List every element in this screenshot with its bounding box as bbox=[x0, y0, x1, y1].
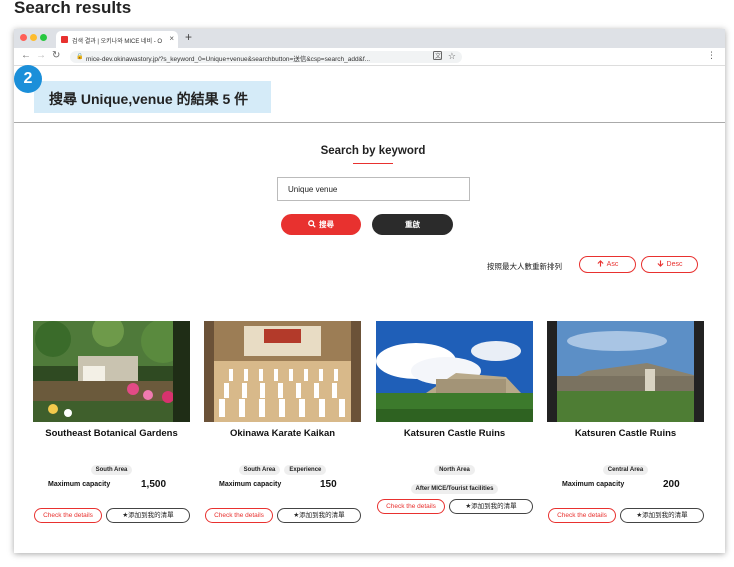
venue-name[interactable]: Okinawa Karate Kaikan bbox=[204, 428, 361, 439]
capacity-label: Maximum capacity bbox=[219, 481, 282, 488]
reset-button-label: 重啟 bbox=[405, 220, 420, 229]
tag-list: After MICE/Tourist facilities bbox=[376, 477, 533, 495]
add-to-list-button[interactable]: ★添加到我的清單 bbox=[106, 508, 190, 523]
capacity-label: Maximum capacity bbox=[562, 481, 625, 488]
area-tag: South Area bbox=[238, 465, 281, 475]
venue-card: Southeast Botanical Gardens South Area M… bbox=[33, 321, 190, 531]
venue-photo-karate[interactable] bbox=[204, 321, 361, 422]
search-icon bbox=[308, 220, 316, 228]
venue-card: Okinawa Karate Kaikan South Area Experien… bbox=[204, 321, 361, 531]
venue-photo-castle[interactable] bbox=[376, 321, 533, 422]
venue-name[interactable]: Southeast Botanical Gardens bbox=[33, 428, 190, 439]
svg-text:文: 文 bbox=[435, 52, 441, 60]
browser-toolbar: ← → ↻ 🔒 mice-dev.okinawastory.jp/?s_keyw… bbox=[14, 48, 725, 66]
browser-window: 검색 결과 | 오키나와 MICE 네비 - O × + ← → ↻ 🔒 mic… bbox=[14, 29, 725, 553]
sort-asc-button[interactable]: Asc bbox=[579, 256, 636, 273]
search-input[interactable] bbox=[277, 177, 470, 201]
category-tag: After MICE/Tourist facilities bbox=[410, 484, 499, 494]
maximize-window-icon[interactable] bbox=[40, 34, 47, 41]
venue-photo-castle[interactable] bbox=[547, 321, 704, 422]
tag-list: South Area bbox=[33, 458, 190, 476]
reload-icon[interactable]: ↻ bbox=[52, 50, 60, 61]
search-button-label: 搜尋 bbox=[319, 220, 334, 229]
category-tag: Experience bbox=[284, 465, 327, 475]
check-details-button[interactable]: Check the details bbox=[548, 508, 616, 523]
bookmark-star-icon[interactable]: ☆ bbox=[448, 51, 456, 62]
tag-list: North Area bbox=[376, 458, 533, 476]
sort-label: 按照最大人數重新排列 bbox=[487, 262, 562, 271]
venue-name[interactable]: Katsuren Castle Ruins bbox=[376, 428, 533, 439]
capacity-value: 1,500 bbox=[141, 479, 167, 490]
page-heading: Search results bbox=[14, 0, 132, 17]
sort-desc-button[interactable]: Desc bbox=[641, 256, 698, 273]
venue-photo-gardens[interactable] bbox=[33, 321, 190, 422]
sort-desc-label: Desc bbox=[666, 261, 683, 268]
tab-title: 검색 결과 | 오키나와 MICE 네비 - O bbox=[72, 39, 163, 45]
tag-list: Central Area bbox=[547, 458, 704, 476]
tab-close-icon[interactable]: × bbox=[169, 34, 174, 43]
arrow-up-icon bbox=[597, 260, 604, 267]
title-underline bbox=[353, 163, 393, 164]
search-button[interactable]: 搜尋 bbox=[281, 214, 361, 235]
new-tab-icon[interactable]: + bbox=[185, 30, 192, 44]
check-details-button[interactable]: Check the details bbox=[377, 499, 445, 514]
check-details-button[interactable]: Check the details bbox=[205, 508, 273, 523]
capacity-label: Maximum capacity bbox=[48, 481, 111, 488]
check-details-button[interactable]: Check the details bbox=[34, 508, 102, 523]
browser-tab[interactable]: 검색 결과 | 오키나와 MICE 네비 - O × bbox=[56, 31, 178, 48]
venue-card: Katsuren Castle Ruins North Area After M… bbox=[376, 321, 533, 531]
forward-icon[interactable]: → bbox=[36, 50, 46, 61]
header-divider bbox=[14, 122, 725, 123]
tag-list: South Area Experience bbox=[204, 458, 361, 476]
capacity-value: 200 bbox=[663, 479, 680, 490]
venue-name[interactable]: Katsuren Castle Ruins bbox=[547, 428, 704, 439]
minimize-window-icon[interactable] bbox=[30, 34, 37, 41]
venue-card: Katsuren Castle Ruins Central Area Maxim… bbox=[547, 321, 704, 531]
address-bar[interactable]: 🔒 mice-dev.okinawastory.jp/?s_keyword_0=… bbox=[70, 51, 462, 63]
tab-bar: 검색 결과 | 오키나와 MICE 네비 - O × + bbox=[14, 29, 725, 48]
add-to-list-button[interactable]: ★添加到我的清單 bbox=[620, 508, 704, 523]
area-tag: South Area bbox=[90, 465, 133, 475]
add-to-list-button[interactable]: ★添加到我的清單 bbox=[277, 508, 361, 523]
search-title: Search by keyword bbox=[320, 145, 426, 157]
browser-menu-icon[interactable]: ⋮ bbox=[707, 50, 716, 61]
back-icon[interactable]: ← bbox=[21, 50, 31, 61]
reset-button[interactable]: 重啟 bbox=[372, 214, 453, 235]
add-to-list-button[interactable]: ★添加到我的清單 bbox=[449, 499, 533, 514]
sort-asc-label: Asc bbox=[606, 261, 619, 268]
arrow-down-icon bbox=[656, 260, 664, 267]
favicon-icon bbox=[61, 36, 68, 43]
lock-icon: 🔒 bbox=[76, 54, 84, 60]
close-window-icon[interactable] bbox=[20, 34, 27, 41]
translate-icon[interactable]: 文 bbox=[433, 51, 442, 62]
step-badge: 2 bbox=[14, 65, 42, 93]
capacity-value: 150 bbox=[320, 479, 337, 490]
area-tag: Central Area bbox=[602, 465, 649, 475]
results-banner: 搜尋 Unique,venue 的結果 5 件 bbox=[34, 81, 271, 113]
area-tag: North Area bbox=[434, 465, 475, 475]
url-text: mice-dev.okinawastory.jp/?s_keyword_0=Un… bbox=[86, 56, 371, 63]
